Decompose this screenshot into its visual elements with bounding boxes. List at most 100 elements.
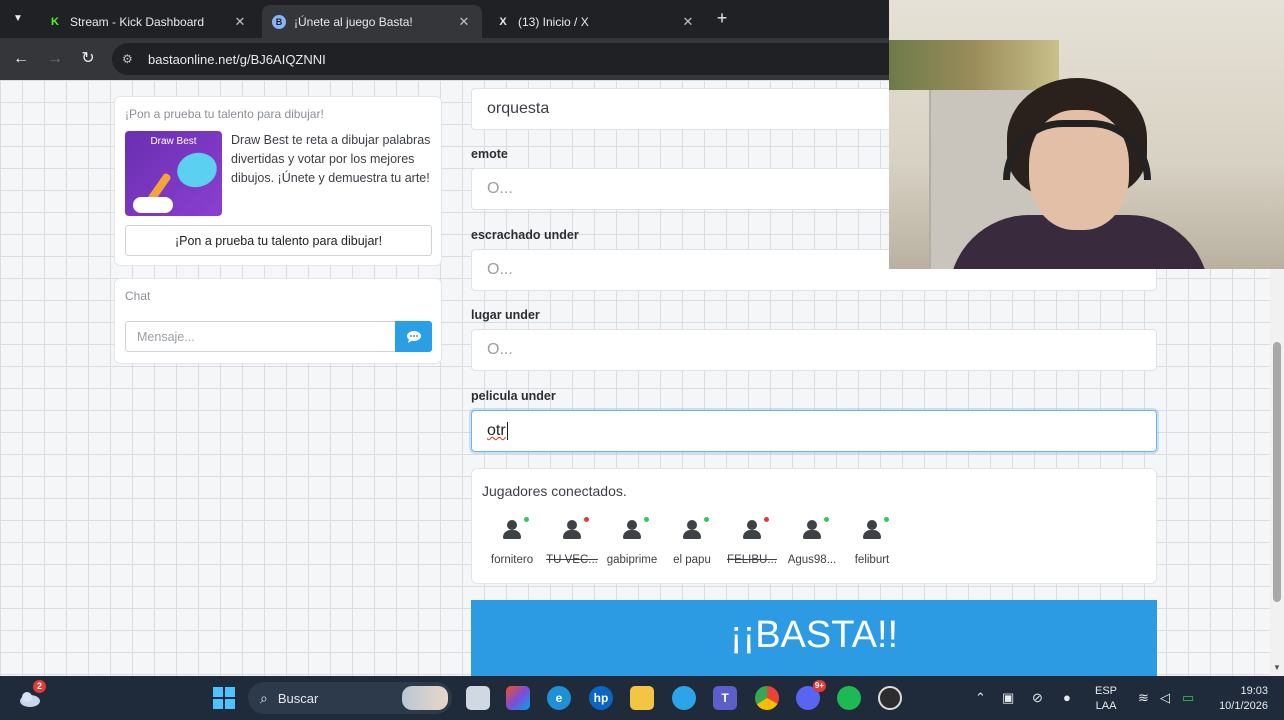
hp-icon[interactable]: hp bbox=[589, 686, 613, 710]
field-label-lugar-under: lugar under bbox=[471, 308, 540, 322]
players-title: Jugadores conectados. bbox=[482, 483, 627, 499]
tab-title: (13) Inicio / X bbox=[518, 14, 589, 29]
field-label-emote: emote bbox=[471, 147, 508, 161]
clock-date: 10/1/2026 bbox=[1219, 700, 1268, 712]
tab-x-inicio[interactable]: X (13) Inicio / X ✕ bbox=[486, 5, 706, 38]
webcam-overlay bbox=[889, 0, 1284, 269]
chat-card: Chat Mensaje... bbox=[114, 278, 442, 364]
tray-app-icon[interactable]: ▣ bbox=[1002, 690, 1014, 706]
task-view-icon[interactable] bbox=[466, 686, 490, 710]
cloud-shape bbox=[133, 197, 173, 213]
player-name: TU VEC... bbox=[546, 554, 598, 566]
reload-icon[interactable]: ↻ bbox=[77, 48, 99, 70]
teams-icon[interactable]: T bbox=[713, 686, 737, 710]
player-item[interactable]: TU VEC... bbox=[540, 515, 604, 566]
close-icon[interactable]: ✕ bbox=[232, 14, 248, 30]
player-item[interactable]: feliburt bbox=[840, 515, 904, 566]
user-star-icon bbox=[681, 517, 709, 542]
microphone-icon[interactable]: ● bbox=[1063, 690, 1071, 705]
player-item[interactable]: fornitero bbox=[480, 515, 544, 566]
burst-shape bbox=[173, 148, 221, 192]
pelicula-under-input[interactable]: otr bbox=[471, 410, 1157, 452]
connected-players-card: Jugadores conectados. fornitero TU VEC..… bbox=[471, 468, 1157, 584]
scroll-down-icon[interactable]: ▼ bbox=[1273, 663, 1281, 672]
promo-card: ¡Pon a prueba tu talento para dibujar! D… bbox=[114, 96, 442, 266]
promo-description: Draw Best te reta a dibujar palabras div… bbox=[231, 133, 431, 185]
close-icon[interactable]: ✕ bbox=[456, 14, 472, 30]
user-icon bbox=[741, 517, 769, 542]
taskbar-search[interactable]: ⌕ Buscar bbox=[248, 682, 452, 714]
user-icon bbox=[801, 517, 829, 542]
send-message-button[interactable] bbox=[395, 321, 432, 352]
text-caret bbox=[506, 422, 508, 440]
player-name: feliburt bbox=[854, 554, 890, 566]
language-indicator[interactable]: ESP LAA bbox=[1095, 684, 1117, 714]
clock-time: 19:03 bbox=[1240, 685, 1268, 697]
player-item[interactable]: Agus98... bbox=[780, 515, 844, 566]
field-label-escrachado-under: escrachado under bbox=[471, 228, 579, 242]
muted-notification-icon[interactable]: ⊘ bbox=[1032, 690, 1043, 706]
weather-widget-icon[interactable]: 2 bbox=[18, 680, 46, 710]
user-icon bbox=[621, 517, 649, 542]
wifi-icon[interactable]: ≋ bbox=[1138, 690, 1149, 706]
bookshelf bbox=[889, 40, 1059, 90]
chat-title: Chat bbox=[125, 289, 151, 303]
chat-message-input[interactable]: Mensaje... bbox=[125, 321, 395, 352]
status-dot bbox=[584, 517, 589, 522]
draw-best-image[interactable]: Draw Best bbox=[125, 131, 222, 216]
player-name: fornitero bbox=[490, 554, 534, 566]
kick-icon: K bbox=[51, 15, 59, 28]
close-icon[interactable]: ✕ bbox=[680, 14, 696, 30]
forward-arrow-icon[interactable]: → bbox=[44, 48, 66, 70]
player-item[interactable]: FELIBU... bbox=[720, 515, 784, 566]
basta-button[interactable]: ¡¡BASTA!! bbox=[471, 600, 1157, 676]
promo-title: ¡Pon a prueba tu talento para dibujar! bbox=[125, 107, 324, 121]
draw-best-logo-text: Draw Best bbox=[150, 136, 197, 147]
discord-badge: 9+ bbox=[812, 680, 826, 692]
lugar-under-input[interactable]: O... bbox=[471, 329, 1157, 371]
address-bar[interactable]: ⚙ bastaonline.net/g/BJ6AIQZNNI bbox=[112, 43, 1012, 75]
tab-kick-dashboard[interactable]: K Stream - Kick Dashboard ✕ bbox=[38, 5, 258, 38]
windows-start-icon[interactable] bbox=[212, 686, 236, 710]
volume-icon[interactable]: ◁ bbox=[1160, 690, 1170, 706]
chrome-icon[interactable] bbox=[755, 686, 779, 710]
tab-search-chevron-icon[interactable]: ▼ bbox=[8, 9, 28, 29]
status-dot bbox=[524, 517, 529, 522]
field-label-pelicula-under: pelicula under bbox=[471, 389, 556, 403]
chevron-up-icon[interactable]: ⌃ bbox=[975, 690, 986, 706]
try-drawing-button[interactable]: ¡Pon a prueba tu talento para dibujar! bbox=[125, 225, 432, 256]
new-tab-plus-icon[interactable]: + bbox=[712, 8, 732, 28]
tab-basta[interactable]: B ¡Únete al juego Basta! ✕ bbox=[262, 5, 482, 38]
clock[interactable]: 19:03 10/1/2026 bbox=[1210, 684, 1268, 714]
status-dot bbox=[704, 517, 709, 522]
player-item[interactable]: el papu bbox=[660, 515, 724, 566]
keyboard-layout: LAA bbox=[1095, 700, 1117, 712]
player-item[interactable]: gabiprime bbox=[600, 515, 664, 566]
battery-icon[interactable]: ▭ bbox=[1182, 690, 1194, 706]
discord-icon[interactable]: 9+ bbox=[796, 680, 826, 710]
copilot-icon[interactable] bbox=[506, 686, 530, 710]
status-dot bbox=[884, 517, 889, 522]
typed-value: otr bbox=[487, 422, 506, 439]
search-label: Buscar bbox=[277, 690, 319, 706]
obs-icon[interactable] bbox=[878, 686, 902, 710]
spotify-icon[interactable] bbox=[837, 686, 861, 710]
site-settings-icon[interactable]: ⚙ bbox=[122, 52, 138, 66]
basta-icon: B bbox=[272, 14, 286, 29]
x-icon: X bbox=[499, 15, 507, 28]
status-dot bbox=[824, 517, 829, 522]
back-arrow-icon[interactable]: ← bbox=[10, 48, 32, 70]
edge-icon[interactable]: e bbox=[547, 686, 571, 710]
language-code: ESP bbox=[1095, 685, 1118, 697]
tab-title: ¡Únete al juego Basta! bbox=[294, 14, 413, 29]
status-dot bbox=[644, 517, 649, 522]
url-text: bastaonline.net/g/BJ6AIQZNNI bbox=[148, 51, 326, 67]
user-icon bbox=[561, 517, 589, 542]
copilot-app-icon[interactable] bbox=[672, 686, 696, 710]
scrollbar-thumb[interactable] bbox=[1273, 342, 1281, 602]
status-dot bbox=[764, 517, 769, 522]
chat-bubble-icon bbox=[406, 330, 421, 343]
file-explorer-icon[interactable] bbox=[630, 686, 654, 710]
tab-title: Stream - Kick Dashboard bbox=[70, 14, 205, 29]
player-name: FELIBU... bbox=[727, 554, 777, 566]
